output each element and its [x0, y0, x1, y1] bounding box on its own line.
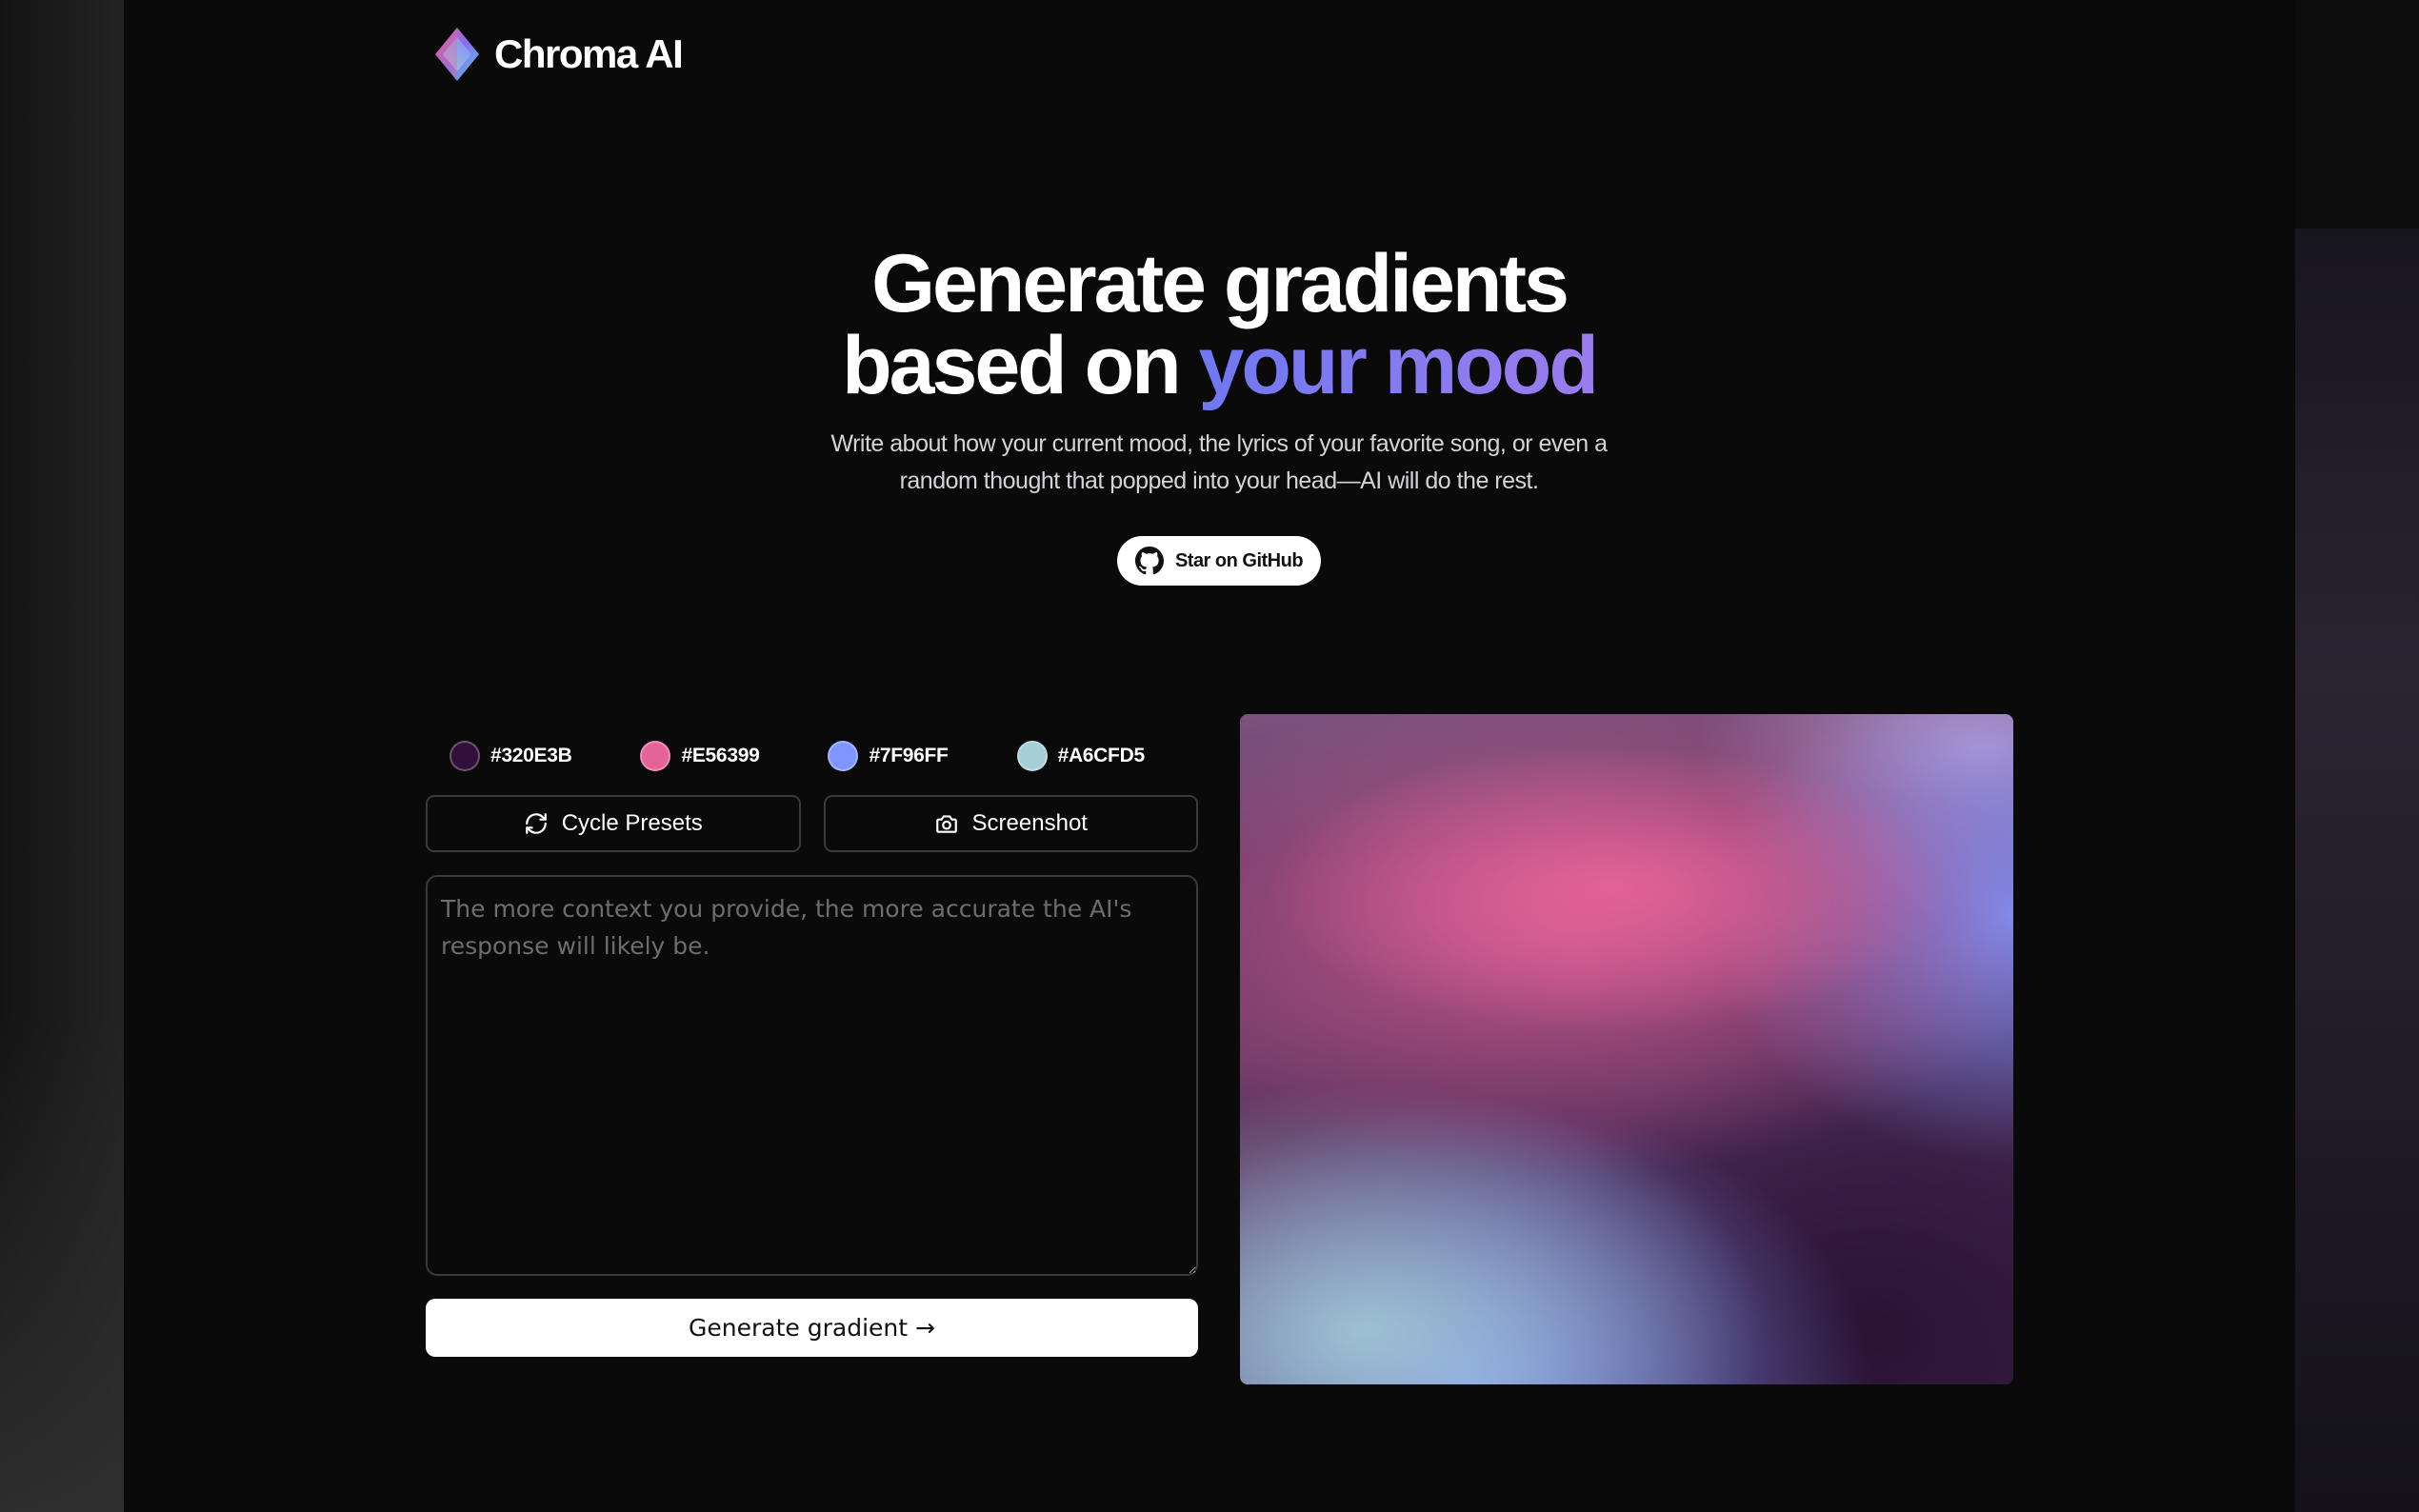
swatch-dot — [640, 741, 671, 771]
diamond-logo-icon — [435, 28, 479, 81]
swatch-dot — [450, 741, 480, 771]
cycle-presets-button[interactable]: Cycle Presets — [426, 795, 801, 852]
swatch-hex: #7F96FF — [869, 745, 949, 766]
hero-title-accent: your mood — [1198, 320, 1599, 411]
page: Chroma AI Generate gradients based on yo… — [0, 0, 2419, 1512]
github-icon — [1134, 547, 1164, 575]
hero-subtitle: Write about how your current mood, the l… — [830, 430, 1608, 494]
gradient-preview — [1240, 714, 2013, 1384]
swatch-hex: #A6CFD5 — [1057, 745, 1146, 766]
screenshot-button[interactable]: Screenshot — [823, 795, 1198, 852]
hero-title-line1: Generate gradients — [871, 238, 1569, 329]
swatch-dot — [1016, 741, 1048, 771]
right-backdrop — [2295, 0, 2419, 1512]
star-on-github-label: Star on GitHub — [1174, 549, 1304, 571]
palette: #320E3B #E56399 #7F96FF #A6CFD5 — [450, 739, 1213, 773]
left-backdrop — [0, 0, 124, 1512]
hero-title: Generate gradients based on your mood — [0, 243, 2419, 407]
action-buttons: Cycle Presets Screenshot — [426, 795, 1198, 852]
swatch-hex: #E56399 — [681, 745, 760, 766]
swatch-dot — [828, 741, 859, 771]
generate-gradient-button[interactable]: Generate gradient → — [426, 1299, 1198, 1357]
mood-prompt-input[interactable] — [426, 875, 1198, 1276]
refresh-icon — [525, 813, 547, 834]
brand[interactable]: Chroma AI — [433, 25, 684, 84]
brand-name: Chroma AI — [494, 31, 684, 76]
star-on-github-button[interactable]: Star on GitHub — [1117, 536, 1321, 586]
camera-icon — [935, 815, 957, 833]
cycle-presets-label: Cycle Presets — [561, 810, 703, 836]
palette-swatch[interactable]: #A6CFD5 — [1016, 741, 1146, 771]
hero-title-prefix: based on — [842, 320, 1199, 411]
palette-swatch[interactable]: #320E3B — [450, 741, 572, 771]
hero: Generate gradients based on your mood Wr… — [0, 243, 2419, 500]
swatch-hex: #320E3B — [490, 745, 572, 766]
palette-swatch[interactable]: #7F96FF — [828, 741, 949, 771]
palette-swatch[interactable]: #E56399 — [640, 741, 760, 771]
screenshot-label: Screenshot — [971, 810, 1088, 836]
